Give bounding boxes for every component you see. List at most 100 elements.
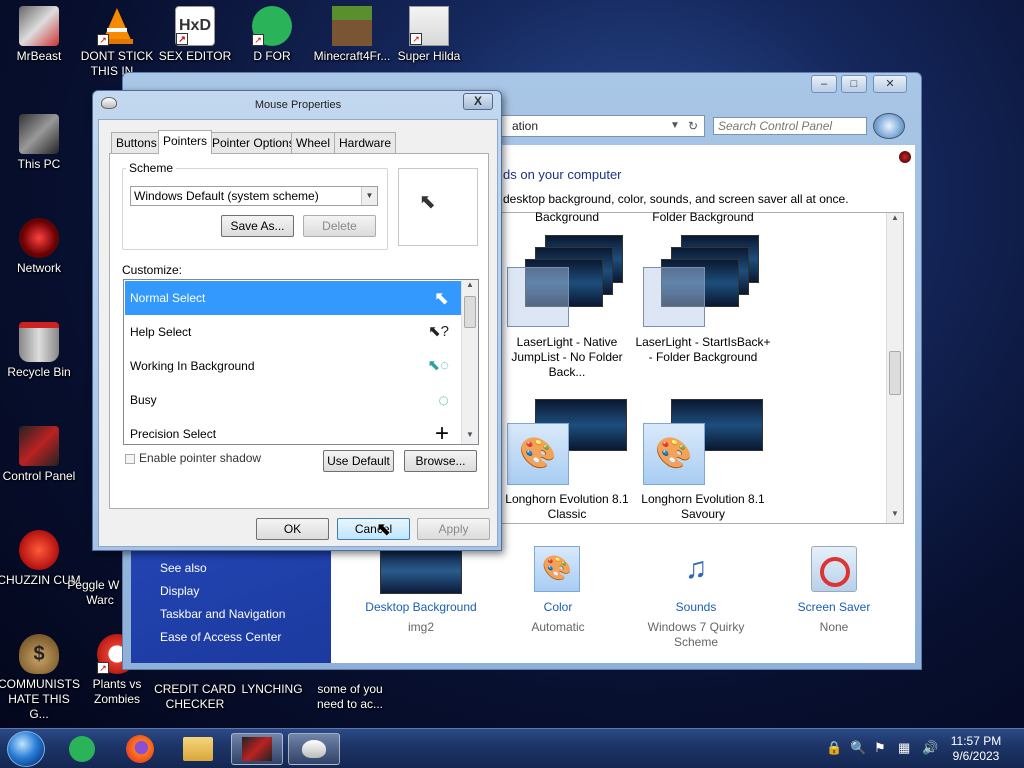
desktop-icon-lynching[interactable]: LYNCHING <box>230 682 314 697</box>
save-as-button[interactable]: Save As... <box>221 215 294 237</box>
chevron-down-icon[interactable]: ▼ <box>361 187 377 205</box>
start-orb-icon[interactable] <box>7 731 45 767</box>
desktop-background-link[interactable]: Desktop Background <box>356 600 486 614</box>
desktop-icon-credit-card[interactable]: CREDIT CARD CHECKER <box>153 682 237 712</box>
list-item[interactable]: Precision Select + <box>125 417 461 445</box>
normal-select-cursor-icon: ⬉ <box>433 288 449 308</box>
desktop-background-item[interactable]: Desktop Background img2 <box>356 544 486 654</box>
maximize-button[interactable]: □ <box>841 75 867 93</box>
scroll-up-icon[interactable]: ▲ <box>887 213 903 227</box>
security-icon[interactable]: 🔒 <box>826 740 842 756</box>
desktop-icon-this-pc[interactable]: This PC <box>0 114 81 172</box>
desktop-icon-super-hilda[interactable]: ↗ Super Hilda <box>387 6 471 64</box>
browse-button[interactable]: Browse... <box>404 450 477 472</box>
scheme-dropdown[interactable]: Windows Default (system scheme) ▼ <box>130 186 378 206</box>
scroll-thumb[interactable] <box>889 351 901 395</box>
apply-button[interactable]: Apply <box>417 518 490 540</box>
screen-saver-link[interactable]: Screen Saver <box>769 600 899 614</box>
tab-pointers[interactable]: Pointers <box>158 130 213 154</box>
volume-icon[interactable]: 🔊 <box>922 740 938 756</box>
desktop-icon-vlc[interactable]: ↗ DONT STICK THIS IN... <box>75 6 159 79</box>
pointer-list[interactable]: Normal Select ⬉ Help Select ⬉? Working I… <box>123 279 479 445</box>
file-explorer-icon[interactable] <box>178 733 218 765</box>
clock[interactable]: 11:57 PM 9/6/2023 <box>946 734 1006 764</box>
minimize-button[interactable]: – <box>811 75 837 93</box>
chuzzle-icon <box>19 530 59 570</box>
flag-icon[interactable]: ⚑ <box>874 740 886 756</box>
list-item[interactable]: Working In Background ⬉◌ <box>125 349 461 383</box>
sounds-link[interactable]: Sounds <box>631 600 761 614</box>
link-ease-of-access[interactable]: Ease of Access Center <box>160 630 281 644</box>
desktop-icon-recycle-bin[interactable]: Recycle Bin <box>0 322 81 380</box>
taskbar-mouse-icon[interactable] <box>288 733 340 765</box>
color-link[interactable]: Color <box>493 600 623 614</box>
link-taskbar-navigation[interactable]: Taskbar and Navigation <box>160 607 285 621</box>
pointer-name: Precision Select <box>130 427 217 441</box>
desktop-icon-network[interactable]: Network <box>0 218 81 276</box>
desktop-icon-control-panel[interactable]: Control Panel <box>0 426 81 484</box>
clock-date: 9/6/2023 <box>952 749 1000 763</box>
green-app-icon: ↗ <box>252 6 292 46</box>
desktop-icon-mrbeast[interactable]: MrBeast <box>0 6 81 64</box>
color-item[interactable]: 🎨 Color Automatic <box>493 544 623 654</box>
taskbar-control-panel-icon[interactable] <box>231 733 283 765</box>
taskbar-green-app-icon[interactable] <box>62 733 102 765</box>
ok-button[interactable]: OK <box>256 518 329 540</box>
pointer-shadow-label[interactable]: Enable pointer shadow <box>139 451 261 465</box>
use-default-button[interactable]: Use Default <box>323 450 394 472</box>
delete-button[interactable]: Delete <box>303 215 376 237</box>
no-symbol-icon <box>820 557 850 587</box>
cursor-preview-icon: ⬉ <box>419 191 436 213</box>
address-text: ation <box>512 119 539 133</box>
list-item[interactable]: Busy ◌ <box>125 383 461 417</box>
close-button[interactable]: ✕ <box>873 75 907 93</box>
screen-saver-item[interactable]: Screen Saver None <box>769 544 899 654</box>
help-select-cursor-icon: ⬉? <box>428 323 449 340</box>
search-input[interactable]: Search Control Panel <box>713 117 867 135</box>
link-display[interactable]: Display <box>160 584 199 598</box>
refresh-icon[interactable]: ↻ <box>688 116 698 136</box>
desktop-icon-hex-editor[interactable]: HxD ↗ SEX EDITOR <box>153 6 237 64</box>
desktop-icon-label: COMMUNISTS HATE THIS G... <box>0 677 80 721</box>
help-icon[interactable] <box>899 151 911 163</box>
theme-top-label: Folder Background <box>652 210 754 224</box>
desktop-icon-communists[interactable]: $ COMMUNISTS HATE THIS G... <box>0 634 81 722</box>
desktop-icon-minecraft[interactable]: Minecraft4Fr... <box>310 6 394 64</box>
minecraft-icon <box>332 6 372 46</box>
pointer-list-scrollbar[interactable]: ▲ ▼ <box>461 280 478 444</box>
pointer-name: Normal Select <box>130 291 206 305</box>
desktop-icon-label: Super Hilda <box>397 49 461 63</box>
theme-label: LaserLight - Native JumpList - No Folder… <box>511 335 623 379</box>
sounds-item[interactable]: ♫ Sounds Windows 7 Quirky Scheme <box>631 544 761 654</box>
firefox-icon[interactable] <box>120 733 160 765</box>
scroll-thumb[interactable] <box>464 296 476 328</box>
pointer-name: Working In Background <box>130 359 255 373</box>
tab-hardware[interactable]: Hardware <box>334 132 397 153</box>
network-tray-icon[interactable]: ▦ <box>898 740 910 756</box>
precision-cursor-icon: + <box>434 420 449 445</box>
search-orb-icon[interactable] <box>873 113 905 139</box>
cancel-button[interactable]: Cancel <box>337 518 410 540</box>
tab-wheel[interactable]: Wheel <box>291 132 336 153</box>
desktop-icon-label: D FOR <box>253 49 291 63</box>
scroll-down-icon[interactable]: ▼ <box>462 430 478 444</box>
pointer-shadow-checkbox[interactable] <box>125 454 135 464</box>
themes-scrollbar[interactable]: ▲ ▼ <box>886 213 903 523</box>
control-panel-icon <box>19 426 59 466</box>
tab-buttons[interactable]: Buttons <box>111 132 162 153</box>
scroll-down-icon[interactable]: ▼ <box>887 509 903 523</box>
desktop-icon-label: SEX EDITOR <box>158 49 232 63</box>
pointer-preview: ⬉ <box>398 168 478 246</box>
list-item[interactable]: Normal Select ⬉ <box>125 281 461 315</box>
desktop-icon-some-of-you[interactable]: some of you need to ac... <box>308 682 392 712</box>
hilda-icon: ↗ <box>409 6 449 46</box>
search-icon[interactable]: 🔍 <box>850 740 866 756</box>
chevron-down-icon[interactable]: ▼ <box>670 116 680 136</box>
desktop-background-thumbnail <box>380 548 462 594</box>
scroll-up-icon[interactable]: ▲ <box>462 280 478 294</box>
dialog-close-button[interactable]: X <box>463 93 493 110</box>
desktop-icon-d-for[interactable]: ↗ D FOR <box>230 6 314 64</box>
list-item[interactable]: Help Select ⬉? <box>125 315 461 349</box>
page-description: desktop background, color, sounds, and s… <box>503 192 849 206</box>
tab-pointer-options[interactable]: Pointer Options <box>207 132 300 153</box>
